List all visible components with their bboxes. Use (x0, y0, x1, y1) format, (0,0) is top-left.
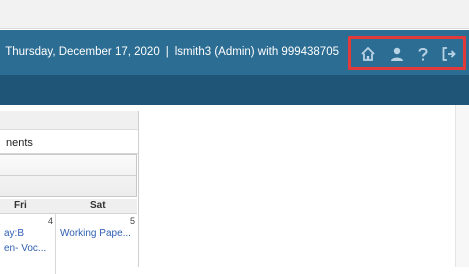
calendar-event[interactable]: en- Voc... (4, 243, 54, 254)
toolbar-divider (0, 175, 136, 176)
cell-divider (55, 214, 56, 274)
calendar-top-strip (0, 111, 138, 130)
home-icon[interactable] (358, 44, 378, 64)
current-date: Thursday, December 17, 2020 (5, 46, 160, 58)
current-user: lsmith3 (Admin) with 999438705 (174, 46, 339, 58)
day-number-fri: 4 (48, 216, 54, 226)
calendar-week-row: 4 ay:B en- Voc... 5 Working Pape... (0, 214, 137, 274)
logout-icon[interactable] (439, 44, 459, 64)
calendar-panel: nents Fri Sat 4 ay:B en- Voc... 5 Workin… (0, 111, 139, 274)
calendar-event[interactable]: Working Pape... (60, 228, 136, 239)
day-header-sat: Sat (90, 200, 106, 211)
help-icon[interactable] (413, 44, 433, 64)
status-separator: | (165, 46, 169, 58)
header-icon-group (348, 36, 466, 70)
calendar-event[interactable]: ay:B (4, 228, 54, 239)
scrollbar-track[interactable] (455, 105, 469, 267)
status-text: Thursday, December 17, 2020 | lsmith3 (Adm… (5, 30, 339, 75)
nav-bar (0, 75, 469, 105)
user-icon[interactable] (387, 44, 407, 64)
calendar-day-header: Fri Sat (0, 199, 137, 214)
day-number-sat: 5 (130, 216, 136, 226)
calendar-title: nents (6, 137, 33, 149)
day-header-fri: Fri (14, 200, 27, 211)
calendar-toolbar (0, 154, 137, 197)
browser-strip (0, 0, 469, 29)
